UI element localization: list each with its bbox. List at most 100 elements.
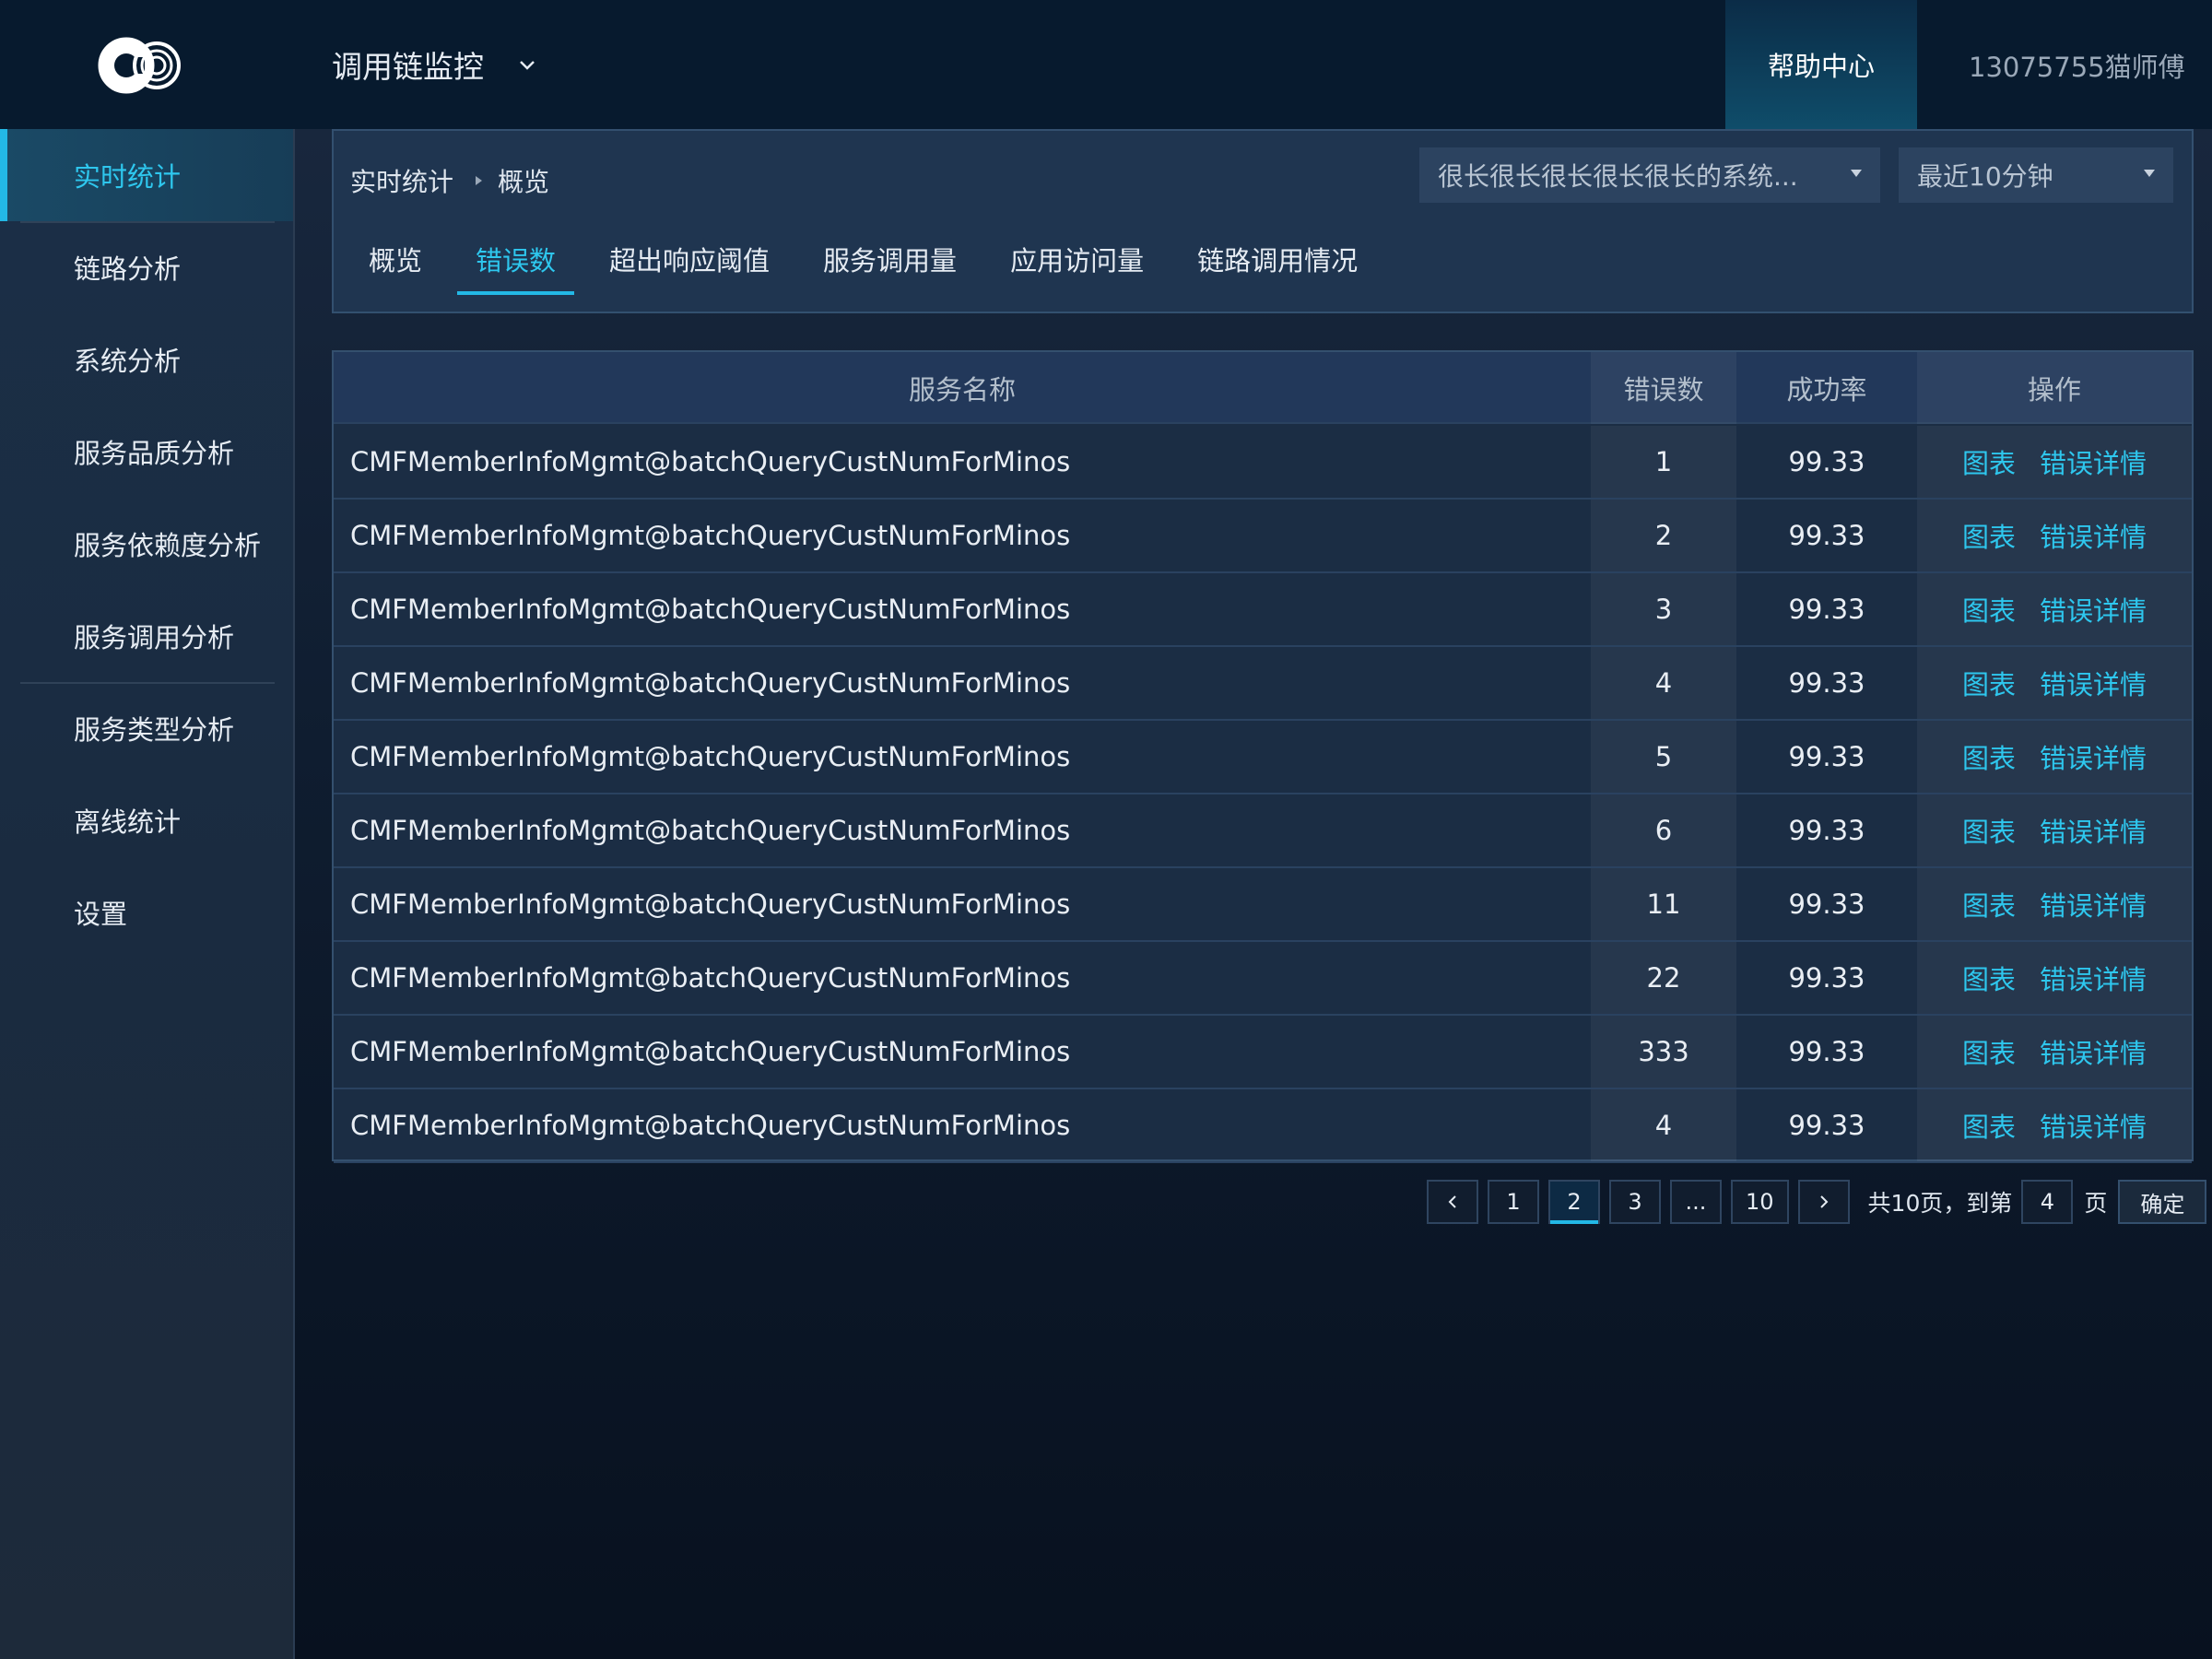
app-switcher[interactable]: 调用链监控 <box>332 42 537 87</box>
sidebar-item-settings[interactable]: 设置 <box>0 866 293 959</box>
error-detail-link[interactable]: 错误详情 <box>2040 516 2147 555</box>
table-row: CMFMemberInfoMgmt@batchQueryCustNumForMi… <box>334 647 2192 721</box>
time-range-select[interactable]: 最近10分钟 <box>1899 147 2173 203</box>
error-count-cell: 3 <box>1591 573 1736 645</box>
total-pages-text: 共10页，到第 <box>1867 1190 2013 1217</box>
page-ellipsis[interactable]: ... <box>1670 1180 1722 1224</box>
tab-bar: 概览 错误数 超出响应阈值 服务调用量 应用访问量 链路调用情况 <box>350 240 1393 295</box>
breadcrumb: 实时统计 概览 <box>350 162 549 199</box>
chevron-down-icon <box>520 61 535 70</box>
error-detail-link[interactable]: 错误详情 <box>2040 664 2147 702</box>
sidebar-item-realtime-stats[interactable]: 实时统计 <box>0 129 293 221</box>
page-button[interactable]: 1 <box>1488 1180 1539 1224</box>
error-detail-link[interactable]: 错误详情 <box>2040 1106 2147 1145</box>
sidebar-item-label: 服务类型分析 <box>74 714 235 746</box>
error-detail-link[interactable]: 错误详情 <box>2040 590 2147 629</box>
breadcrumb-current: 概览 <box>498 167 550 197</box>
system-select-value: 很长很长很长很长很长的系统... <box>1438 161 1798 192</box>
system-select[interactable]: 很长很长很长很长很长的系统... <box>1419 147 1880 203</box>
table-row: CMFMemberInfoMgmt@batchQueryCustNumForMi… <box>334 426 2192 500</box>
success-rate-cell: 99.33 <box>1788 1110 1865 1141</box>
chart-link[interactable]: 图表 <box>1962 811 2016 850</box>
chart-link[interactable]: 图表 <box>1962 664 2016 702</box>
error-detail-link[interactable]: 错误详情 <box>2040 1032 2147 1071</box>
success-rate-cell: 99.33 <box>1788 446 1865 477</box>
error-detail-link[interactable]: 错误详情 <box>2040 442 2147 481</box>
error-detail-link[interactable]: 错误详情 <box>2040 885 2147 924</box>
service-name-cell: CMFMemberInfoMgmt@batchQueryCustNumForMi… <box>350 962 1071 994</box>
service-name-cell: CMFMemberInfoMgmt@batchQueryCustNumForMi… <box>350 888 1071 920</box>
prev-page-button[interactable] <box>1427 1180 1478 1224</box>
sidebar-item-service-calls[interactable]: 服务调用分析 <box>0 590 293 682</box>
table-row: CMFMemberInfoMgmt@batchQueryCustNumForMi… <box>334 868 2192 942</box>
actions-cell: 图表 错误详情 <box>1917 500 2192 571</box>
page-button[interactable]: 3 <box>1609 1180 1661 1224</box>
sidebar-item-label: 实时统计 <box>74 161 182 193</box>
error-detail-link[interactable]: 错误详情 <box>2040 959 2147 997</box>
page-button-active[interactable]: 2 <box>1548 1180 1600 1224</box>
caret-down-icon <box>1851 170 1862 177</box>
caret-down-icon <box>2144 170 2155 177</box>
column-header-errors: 错误数 <box>1591 352 1736 424</box>
service-name-cell: CMFMemberInfoMgmt@batchQueryCustNumForMi… <box>350 1110 1071 1141</box>
actions-cell: 图表 错误详情 <box>1917 573 2192 645</box>
help-center-tab[interactable]: 帮助中心 <box>1725 0 1917 129</box>
chart-link[interactable]: 图表 <box>1962 885 2016 924</box>
chart-link[interactable]: 图表 <box>1962 1032 2016 1071</box>
page-button[interactable]: 10 <box>1731 1180 1789 1224</box>
chart-link[interactable]: 图表 <box>1962 590 2016 629</box>
service-name-cell: CMFMemberInfoMgmt@batchQueryCustNumForMi… <box>350 815 1071 846</box>
sidebar-item-trace-analysis[interactable]: 链路分析 <box>0 221 293 313</box>
chart-link[interactable]: 图表 <box>1962 516 2016 555</box>
sidebar-item-label: 系统分析 <box>74 346 182 377</box>
table-row: CMFMemberInfoMgmt@batchQueryCustNumForMi… <box>334 942 2192 1016</box>
sidebar-item-label: 服务品质分析 <box>74 438 235 469</box>
table-row: CMFMemberInfoMgmt@batchQueryCustNumForMi… <box>334 794 2192 868</box>
actions-cell: 图表 错误详情 <box>1917 426 2192 498</box>
tab-app-visits[interactable]: 应用访问量 <box>992 240 1162 295</box>
sidebar-item-offline-stats[interactable]: 离线统计 <box>0 774 293 866</box>
breadcrumb-root[interactable]: 实时统计 <box>350 162 453 199</box>
success-rate-cell: 99.33 <box>1788 520 1865 551</box>
error-count-cell: 333 <box>1591 1016 1736 1088</box>
sidebar-item-service-quality[interactable]: 服务品质分析 <box>0 406 293 498</box>
tab-trace-calls[interactable]: 链路调用情况 <box>1179 240 1376 295</box>
app-title: 调用链监控 <box>332 49 484 85</box>
caret-right-icon <box>476 176 483 185</box>
error-detail-link[interactable]: 错误详情 <box>2040 737 2147 776</box>
confirm-goto-button[interactable]: 确定 <box>2118 1180 2207 1224</box>
chart-link[interactable]: 图表 <box>1962 442 2016 481</box>
table-row: CMFMemberInfoMgmt@batchQueryCustNumForMi… <box>334 500 2192 573</box>
success-rate-cell: 99.33 <box>1788 962 1865 994</box>
tab-service-calls[interactable]: 服务调用量 <box>805 240 975 295</box>
next-page-button[interactable] <box>1797 1180 1850 1224</box>
goto-page-input[interactable] <box>2021 1180 2074 1224</box>
tab-overview[interactable]: 概览 <box>350 240 441 295</box>
error-count-cell: 5 <box>1591 721 1736 793</box>
actions-cell: 图表 错误详情 <box>1917 721 2192 793</box>
sidebar-item-service-dependency[interactable]: 服务依赖度分析 <box>0 498 293 590</box>
tab-errors[interactable]: 错误数 <box>457 240 575 295</box>
success-rate-cell: 99.33 <box>1788 815 1865 846</box>
error-detail-link[interactable]: 错误详情 <box>2040 811 2147 850</box>
pagination: 1 2 3 ... 10 共10页，到第 页 确定 <box>1427 1180 2207 1224</box>
tab-response-threshold[interactable]: 超出响应阈值 <box>591 240 788 295</box>
sidebar-item-system-analysis[interactable]: 系统分析 <box>0 313 293 406</box>
chart-link[interactable]: 图表 <box>1962 959 2016 997</box>
page-suffix-text: 页 <box>2084 1190 2108 1217</box>
actions-cell: 图表 错误详情 <box>1917 1089 2192 1161</box>
sidebar-item-service-type[interactable]: 服务类型分析 <box>0 682 293 774</box>
service-name-cell: CMFMemberInfoMgmt@batchQueryCustNumForMi… <box>350 667 1071 699</box>
user-account[interactable]: 13075755猫师傅 <box>1969 46 2185 85</box>
table-header: 服务名称 错误数 成功率 操作 <box>334 352 2192 424</box>
column-header-actions: 操作 <box>1917 352 2192 424</box>
error-count-cell: 22 <box>1591 942 1736 1014</box>
chevron-right-icon <box>1819 1195 1828 1208</box>
column-header-success-rate: 成功率 <box>1786 374 1867 406</box>
table-row: CMFMemberInfoMgmt@batchQueryCustNumForMi… <box>334 573 2192 647</box>
chart-link[interactable]: 图表 <box>1962 1106 2016 1145</box>
service-name-cell: CMFMemberInfoMgmt@batchQueryCustNumForMi… <box>350 594 1071 625</box>
swirl-logo-icon[interactable] <box>96 35 197 96</box>
help-center-label: 帮助中心 <box>1767 51 1875 82</box>
chart-link[interactable]: 图表 <box>1962 737 2016 776</box>
